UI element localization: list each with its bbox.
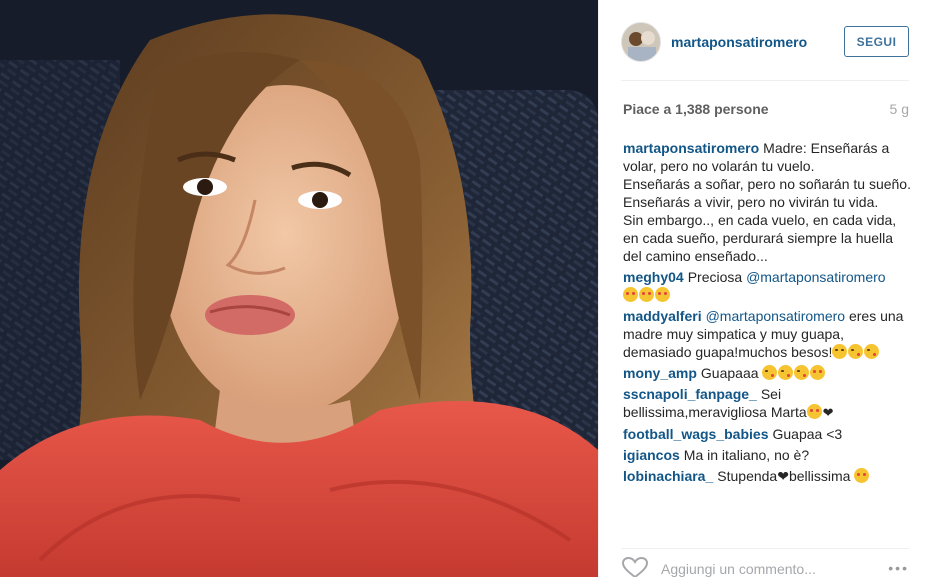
add-comment-input[interactable] bbox=[661, 561, 881, 577]
kiss-emoji-icon bbox=[778, 365, 794, 380]
heart-emoji-icon: ❤ bbox=[822, 405, 834, 420]
kiss-emoji-icon bbox=[762, 365, 778, 380]
heart-eyes-emoji-icon bbox=[639, 287, 654, 302]
comment: maddyalferi @martaponsatiromero eres una … bbox=[623, 307, 911, 361]
kiss-emoji-icon bbox=[864, 344, 880, 359]
post-photo-illustration bbox=[0, 0, 598, 577]
kiss-emoji-icon bbox=[848, 344, 864, 359]
likes-count[interactable]: Piace a 1,388 persone bbox=[623, 101, 769, 117]
avatar[interactable] bbox=[621, 22, 661, 62]
post-header: martaponsatiromero SEGUI bbox=[621, 20, 909, 82]
ellipsis-icon[interactable]: ••• bbox=[888, 560, 909, 576]
comment-text: Guapaaa bbox=[700, 365, 763, 381]
comment: mony_amp Guapaaa bbox=[623, 364, 911, 382]
caption: martaponsatiromero Madre: Enseñarás a vol… bbox=[623, 139, 911, 265]
heart-eyes-emoji-icon bbox=[655, 287, 670, 302]
comment-author[interactable]: martaponsatiromero bbox=[623, 140, 759, 156]
comment: football_wags_babies Guapaa <3 bbox=[623, 425, 911, 443]
likes-row: Piace a 1,388 persone 5 g bbox=[623, 101, 909, 117]
post-actions: ••• bbox=[621, 548, 909, 577]
comment-text: Preciosa bbox=[687, 269, 747, 285]
comment-author[interactable]: mony_amp bbox=[623, 365, 697, 381]
caption-line: Sin embargo.., en cada vuelo, en cada vi… bbox=[623, 212, 897, 264]
heart-eyes-emoji-icon bbox=[810, 365, 826, 380]
comment: igiancos Ma in italiano, no è? bbox=[623, 446, 911, 464]
header-divider bbox=[621, 80, 909, 81]
wink-emoji-icon bbox=[832, 344, 848, 359]
heart-eyes-emoji-icon bbox=[623, 287, 638, 302]
comment-author[interactable]: igiancos bbox=[623, 447, 680, 463]
comment-author[interactable]: maddyalferi bbox=[623, 308, 702, 324]
heart-outline-icon[interactable] bbox=[621, 557, 649, 577]
comment-author[interactable]: football_wags_babies bbox=[623, 426, 768, 442]
heart-eyes-emoji-icon bbox=[806, 404, 822, 419]
mention-link[interactable]: @martaponsatiromero bbox=[706, 308, 846, 324]
username-link[interactable]: martaponsatiromero bbox=[671, 34, 807, 50]
heart-eyes-emoji-icon bbox=[854, 468, 870, 483]
comment: sscnapoli_fanpage_ Sei bellissima,meravig… bbox=[623, 385, 911, 422]
comment-text: Stupenda❤bellissima bbox=[717, 468, 855, 484]
comment-text: Ma in italiano, no è? bbox=[683, 447, 810, 463]
comments-list: martaponsatiromero Madre: Enseñarás a vol… bbox=[623, 139, 911, 488]
kiss-emoji-icon bbox=[794, 365, 810, 380]
comment-author[interactable]: lobinachiara_ bbox=[623, 468, 713, 484]
comment-author[interactable]: sscnapoli_fanpage_ bbox=[623, 386, 757, 402]
comment-text: Guapaa <3 bbox=[772, 426, 843, 442]
mention-link[interactable]: @martaponsatiromero bbox=[746, 269, 886, 285]
avatar-image bbox=[622, 23, 660, 61]
post-sidebar: martaponsatiromero SEGUI Piace a 1,388 p… bbox=[598, 0, 931, 577]
post-photo[interactable] bbox=[0, 0, 598, 577]
comment: meghy04 Preciosa @martaponsatiromero bbox=[623, 268, 911, 304]
follow-button[interactable]: SEGUI bbox=[844, 26, 909, 57]
caption-line: Enseñarás a soñar, pero no soñarán tu su… bbox=[623, 176, 911, 192]
post-age[interactable]: 5 g bbox=[890, 101, 909, 117]
comment-author[interactable]: meghy04 bbox=[623, 269, 684, 285]
caption-line: Enseñarás a vivir, pero no vivirán tu vi… bbox=[623, 194, 879, 210]
comment: lobinachiara_ Stupenda❤bellissima bbox=[623, 467, 911, 485]
